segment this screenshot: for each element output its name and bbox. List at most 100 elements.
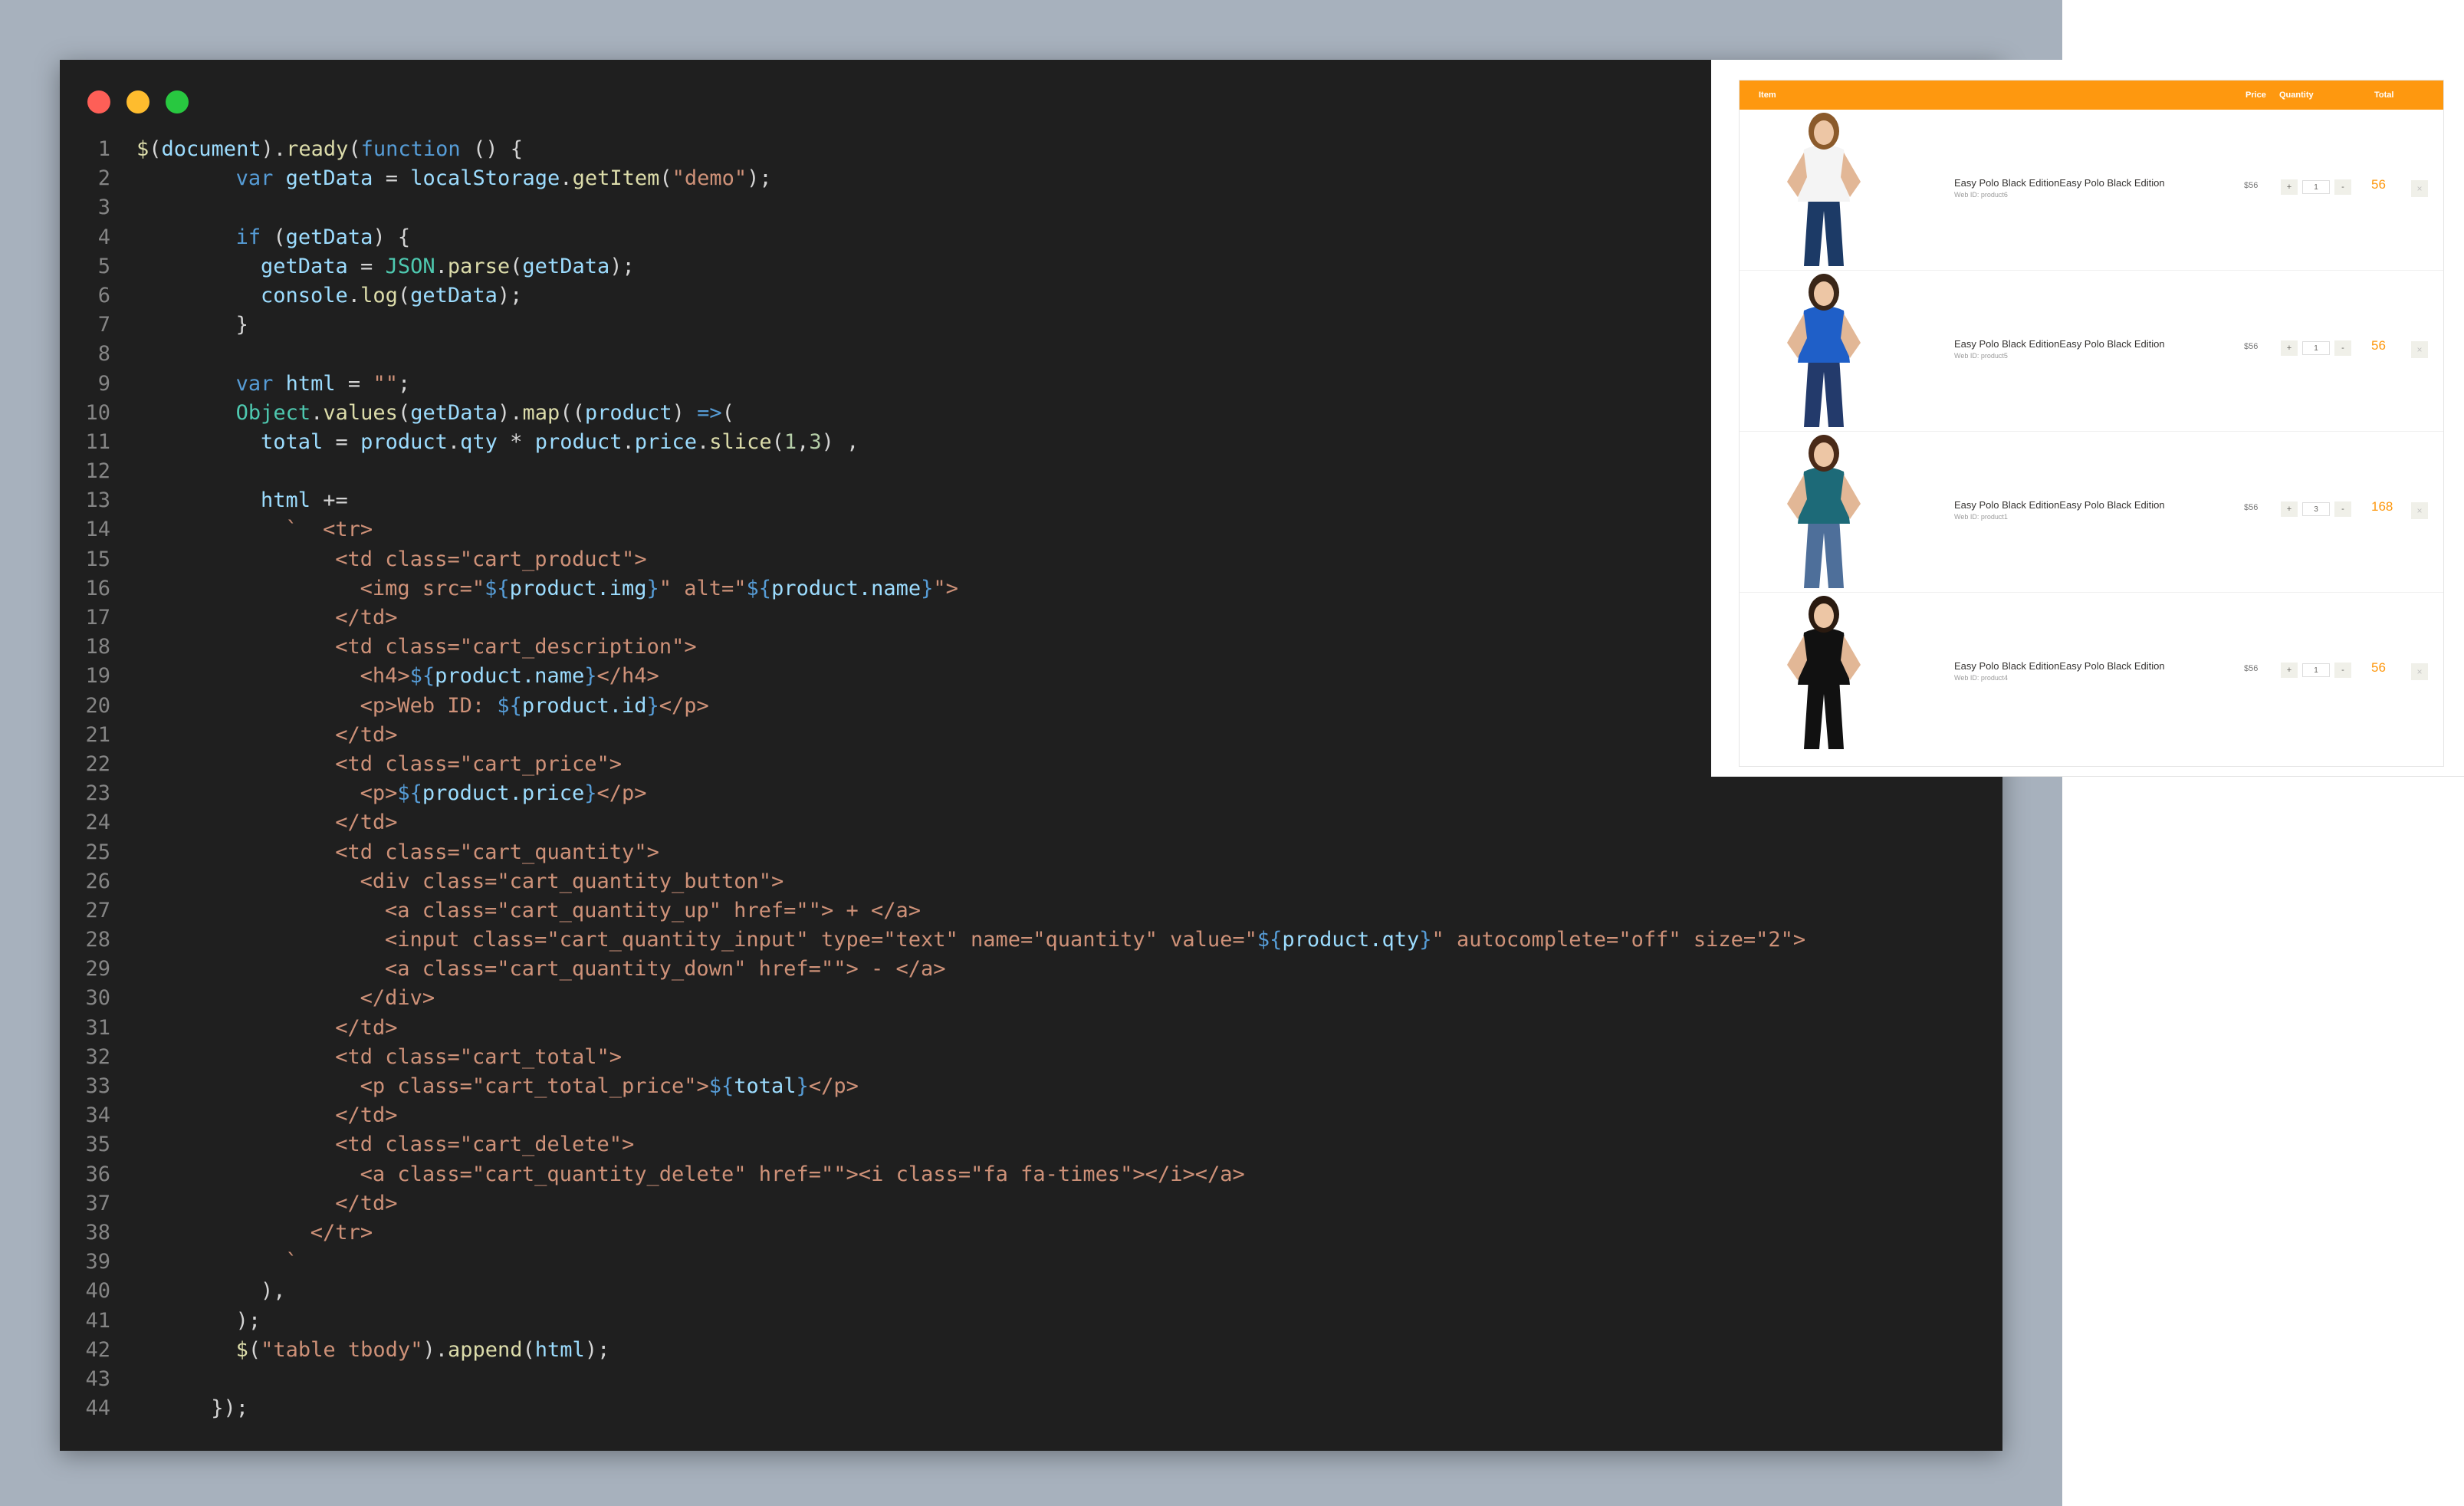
quantity-down-button[interactable]: - — [2334, 179, 2351, 195]
code-token: ( — [397, 400, 411, 425]
code-token: . — [310, 400, 324, 425]
quantity-up-button[interactable]: + — [2281, 340, 2298, 356]
code-token: ${ — [1257, 928, 1283, 952]
code-token: ) — [672, 400, 698, 425]
line-number: 33 — [85, 1074, 110, 1098]
code-text: var html = ""; — [136, 372, 411, 396]
code-token: ( — [522, 1337, 535, 1362]
quantity-up-button[interactable]: + — [2281, 501, 2298, 517]
code-token: Object — [235, 400, 311, 425]
minimize-window-button[interactable] — [126, 90, 149, 113]
line-number: 36 — [85, 1162, 110, 1186]
line-number: 16 — [85, 576, 110, 600]
code-token: ` — [285, 1250, 298, 1274]
close-window-button[interactable] — [87, 90, 110, 113]
line-number: 12 — [85, 459, 110, 484]
delete-icon[interactable]: × — [2411, 663, 2428, 680]
product-name[interactable]: Easy Polo Black EditionEasy Polo Black E… — [1954, 660, 2165, 672]
code-token: ), — [261, 1279, 286, 1304]
delete-icon[interactable]: × — [2411, 502, 2428, 519]
code-token: ( — [510, 254, 523, 278]
quantity-input[interactable] — [2302, 341, 2330, 355]
line-number: 25 — [85, 840, 110, 864]
delete-icon[interactable]: × — [2411, 341, 2428, 358]
product-name[interactable]: Easy Polo Black EditionEasy Polo Black E… — [1954, 177, 2165, 189]
code-token: . — [435, 254, 448, 278]
product-name[interactable]: Easy Polo Black EditionEasy Polo Black E… — [1954, 499, 2165, 511]
line-number: 40 — [85, 1279, 110, 1304]
code-token: product.name — [771, 576, 922, 600]
code-token: } — [646, 693, 659, 718]
code-token: </td> — [335, 811, 398, 835]
product-web-id: Web ID: product4 — [1954, 674, 2008, 682]
code-text: <td class="cart_price"> — [136, 752, 622, 776]
code-token: getData — [261, 254, 348, 278]
line-number: 13 — [85, 488, 110, 513]
code-text: html += — [136, 488, 348, 512]
code-token: $ — [136, 137, 149, 161]
code-token: </td> — [335, 722, 398, 747]
code-token: function — [360, 137, 461, 161]
code-line: 36 <a class="cart_quantity_delete" href="… — [60, 1160, 2002, 1189]
quantity-input[interactable] — [2302, 663, 2330, 677]
code-line: 38 </tr> — [60, 1218, 2002, 1248]
product-web-id: Web ID: product1 — [1954, 513, 2008, 521]
quantity-input[interactable] — [2302, 502, 2330, 516]
code-token: </tr> — [310, 1220, 373, 1245]
code-token: values — [323, 400, 398, 425]
code-token: product.qty — [1282, 928, 1420, 952]
code-token: } — [584, 781, 597, 806]
code-token: <p>Web ID: — [360, 693, 498, 718]
product-name[interactable]: Easy Polo Black EditionEasy Polo Black E… — [1954, 338, 2165, 350]
delete-icon[interactable]: × — [2411, 180, 2428, 197]
code-text: <td class="cart_total"> — [136, 1045, 622, 1069]
code-token: </p> — [808, 1074, 859, 1098]
code-text: }); — [136, 1396, 248, 1420]
cart-row: Easy Polo Black EditionEasy Polo Black E… — [1740, 110, 2443, 271]
maximize-window-button[interactable] — [166, 90, 189, 113]
line-number: 14 — [85, 518, 110, 542]
code-line: 31 </td> — [60, 1014, 2002, 1043]
line-number: 21 — [85, 722, 110, 747]
code-token: ( — [248, 1337, 261, 1362]
line-number: 41 — [85, 1308, 110, 1333]
code-token: getData — [410, 283, 498, 307]
quantity-up-button[interactable]: + — [2281, 663, 2298, 678]
quantity-up-button[interactable]: + — [2281, 179, 2298, 195]
code-token: ${ — [409, 664, 435, 689]
quantity-stepper: +- — [2281, 501, 2351, 517]
code-line: 42 $("table tbody").append(html); — [60, 1336, 2002, 1365]
code-token: product — [534, 429, 623, 454]
quantity-down-button[interactable]: - — [2334, 501, 2351, 517]
code-token: append — [447, 1337, 523, 1362]
header-quantity: Quantity — [2279, 90, 2314, 100]
quantity-down-button[interactable]: - — [2334, 663, 2351, 678]
code-token: getData — [285, 166, 373, 191]
line-number: 26 — [85, 869, 110, 893]
code-token: </td> — [335, 1015, 398, 1040]
figure-face — [1814, 442, 1834, 467]
quantity-input[interactable] — [2302, 180, 2330, 194]
line-number: 9 — [97, 371, 110, 396]
code-text: </td> — [136, 1103, 397, 1127]
code-token: <div class="cart_quantity_button"> — [360, 869, 784, 893]
code-token: qty — [460, 429, 498, 454]
product-image — [1740, 433, 1908, 588]
code-text: ), — [136, 1279, 286, 1303]
code-token: var — [235, 166, 274, 191]
code-token: ${ — [497, 693, 522, 718]
code-text: if (getData) { — [136, 225, 411, 249]
code-text: $(document).ready(function () { — [136, 137, 523, 161]
code-text: <td class="cart_quantity"> — [136, 840, 659, 864]
code-token: "table tbody" — [261, 1337, 423, 1362]
line-number: 43 — [85, 1366, 110, 1391]
code-token: <td class="cart_delete"> — [335, 1133, 635, 1157]
code-text: getData = JSON.parse(getData); — [136, 255, 635, 278]
code-text: console.log(getData); — [136, 284, 522, 307]
quantity-down-button[interactable]: - — [2334, 340, 2351, 356]
code-text: </td> — [136, 1192, 397, 1215]
code-line: 29 <a class="cart_quantity_down" href="">… — [60, 955, 2002, 984]
line-number: 35 — [85, 1133, 110, 1157]
line-number: 44 — [85, 1396, 110, 1421]
code-text: $("table tbody").append(html); — [136, 1337, 610, 1362]
